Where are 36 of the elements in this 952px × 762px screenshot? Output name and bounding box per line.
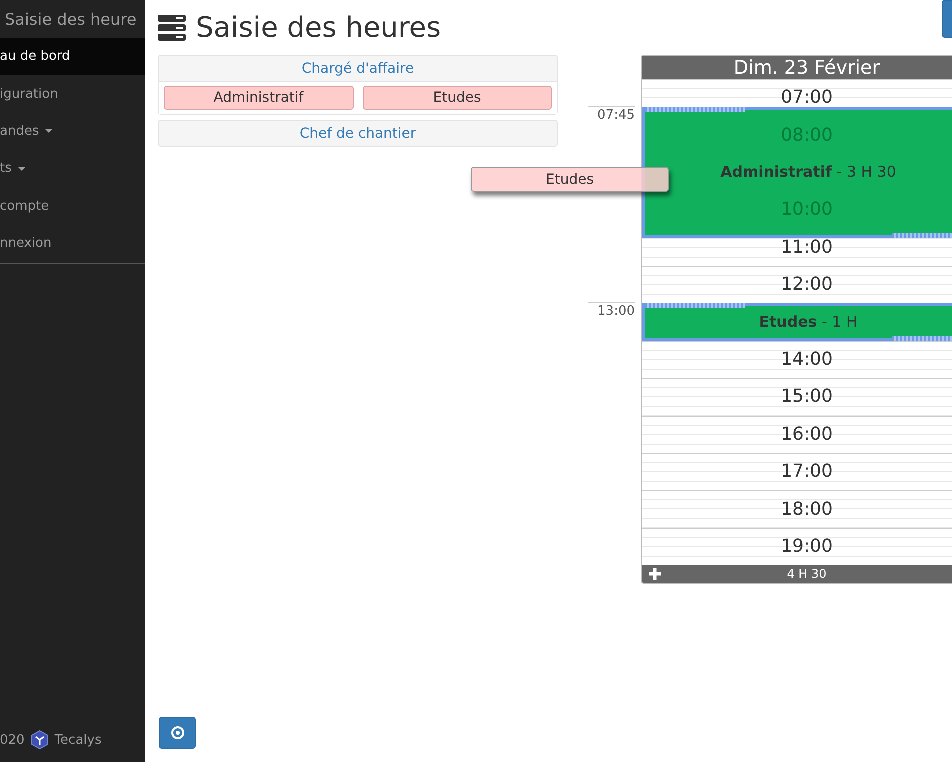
sidebar-item[interactable]: nnexion [0,224,145,262]
page-title: Saisie des heures [196,11,442,44]
hour-label: 07:00 [781,87,833,108]
time-label: 07:45 [588,106,635,124]
hour-label: 19:00 [781,536,833,557]
sidebar-item[interactable]: au de bord [0,38,145,76]
time-label: 13:00 [588,302,635,320]
day-header: Dim. 23 Février [642,56,952,79]
sidebar-item[interactable]: iguration [0,75,145,113]
task-chip[interactable]: Etudes [362,86,552,110]
target-icon [170,726,184,740]
add-icon[interactable] [649,568,661,580]
time-entry[interactable]: Etudes - 1 H [642,303,952,341]
hour-label: 14:00 [781,348,833,370]
entry-label: Etudes - 1 H [759,313,858,332]
hour-label: 15:00 [781,386,833,408]
brand-title[interactable]: Saisie des heure [0,0,145,38]
company-name[interactable]: Tecalys [54,732,102,748]
hour-label: 18:00 [781,498,833,520]
copyright-year: 020 [0,732,25,748]
hour-label: 12:00 [781,274,833,296]
sidebar-item[interactable]: andes [0,112,145,150]
locate-button[interactable] [159,717,196,749]
total-hours: 4 H 30 [787,567,827,582]
hour-label: 11:00 [781,236,833,258]
group-title: Chargé d'affaire [300,60,416,78]
entry-label: Administratif - 3 H 30 [720,163,896,182]
sidebar-item[interactable]: compte [0,188,145,225]
task-chip[interactable]: Administratif [164,86,354,110]
hour-label: 16:00 [781,424,833,445]
group-title: Chef de chantier [298,124,418,144]
hour-label: 17:00 [781,461,833,482]
cube-icon [30,730,49,750]
dragged-task-chip[interactable]: Etudes [471,167,669,192]
sidebar-item[interactable]: ts [0,150,145,188]
server-icon [158,14,186,42]
